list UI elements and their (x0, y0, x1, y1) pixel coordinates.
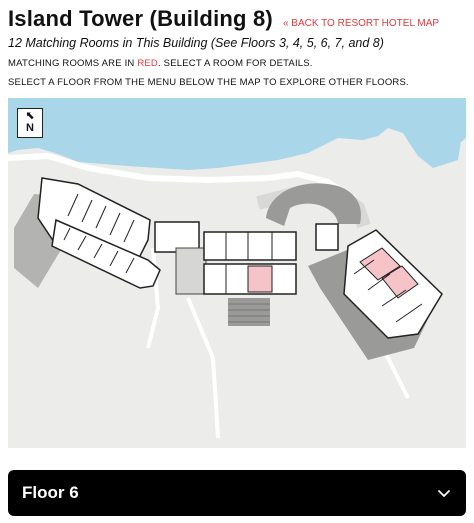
walkway (186, 297, 220, 439)
pool-deck (266, 183, 362, 226)
floor-map: ⬉ N (8, 98, 466, 448)
water-area (8, 98, 466, 170)
center-core (175, 247, 207, 295)
center-wing (203, 231, 297, 261)
floor-selector-dropdown[interactable]: Floor 6 (8, 470, 466, 516)
page-header: Island Tower (Building 8) « BACK TO RESO… (8, 6, 466, 88)
north-label: N (26, 122, 34, 134)
matching-rooms-subtitle: 12 Matching Rooms in This Building (See … (8, 36, 384, 50)
north-arrow-icon: ⬉ (25, 110, 35, 122)
title-row: Island Tower (Building 8) « BACK TO RESO… (8, 6, 466, 32)
matching-room (247, 265, 273, 293)
info-red-word: RED (137, 58, 158, 69)
chevron-down-icon (438, 490, 450, 497)
selected-floor-label: Floor 6 (22, 483, 79, 502)
floor-instruction: SELECT A FLOOR FROM THE MENU BELOW THE M… (8, 77, 409, 88)
floor-plan-svg (8, 98, 466, 439)
info-suffix: . SELECT A ROOM FOR DETAILS. (158, 58, 313, 69)
service-building (315, 223, 339, 251)
matching-rooms-info: MATCHING ROOMS ARE IN RED. SELECT A ROOM… (8, 58, 466, 69)
info-prefix: MATCHING ROOMS ARE IN (8, 58, 138, 69)
back-to-resort-map-link[interactable]: « BACK TO RESORT HOTEL MAP (283, 18, 439, 29)
page-title: Island Tower (Building 8) (8, 6, 273, 31)
north-indicator: ⬉ N (17, 108, 43, 138)
lagoon-area (398, 108, 463, 168)
